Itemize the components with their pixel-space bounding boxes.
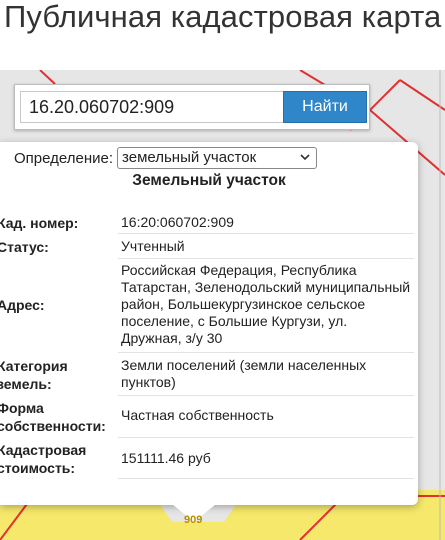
- cadastral-value-label: Кадастровая стоимость:: [0, 442, 87, 476]
- row-divider: [118, 478, 414, 479]
- cadastral-value-value: 151111.46 руб: [121, 450, 211, 466]
- search-bar: Найти: [14, 84, 370, 130]
- address-value: Российская Федерация, Республика Татарст…: [121, 262, 411, 346]
- page-title: Публичная кадастровая карта: [4, 0, 442, 34]
- definition-select[interactable]: земельный участок: [117, 147, 318, 169]
- land-category-value: Земли поселений (земли населенных пункто…: [121, 357, 367, 390]
- search-button[interactable]: Найти: [283, 91, 367, 123]
- popup-heading: Земельный участок: [132, 172, 286, 189]
- status-value: Учтенный: [121, 238, 185, 254]
- parcel-number-label: 909: [184, 514, 203, 526]
- ownership-label: Форма собственности:: [0, 400, 106, 434]
- definition-label: Определение:: [14, 149, 114, 167]
- row-divider: [118, 258, 414, 259]
- land-category-label: Категория земель:: [0, 358, 68, 392]
- chevron-down-icon: [300, 154, 310, 161]
- address-label: Адрес:: [0, 297, 45, 313]
- definition-row: Определение: земельный участок: [14, 146, 318, 170]
- cadastral-number-value: 16:20:060702:909: [121, 214, 234, 230]
- definition-selected-value: земельный участок: [122, 149, 257, 166]
- row-divider: [118, 437, 414, 438]
- row-divider: [118, 395, 414, 396]
- ownership-value: Частная собственность: [121, 407, 274, 423]
- cadastral-search-input[interactable]: [20, 91, 284, 123]
- cadastral-number-label: Кад. номер:: [0, 215, 79, 231]
- row-divider: [118, 233, 414, 234]
- status-label: Статус:: [0, 239, 49, 255]
- row-divider: [118, 352, 414, 353]
